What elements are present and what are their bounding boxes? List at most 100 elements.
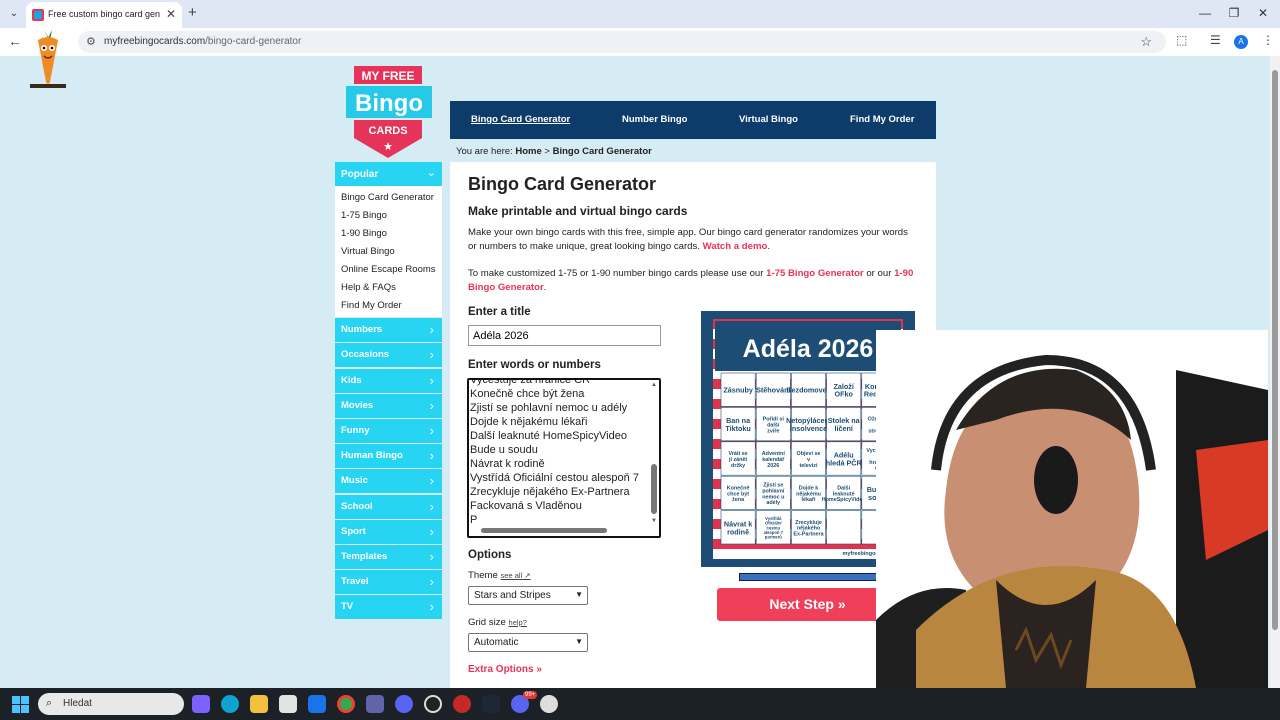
sidebar-cat-label: Templates: [341, 550, 388, 562]
sidebar-cat-label: Human Bingo: [341, 450, 403, 462]
sidebar-cat-occasions[interactable]: Occasions ›: [335, 343, 442, 368]
wordpress-icon[interactable]: [424, 695, 442, 713]
link-1-75-generator[interactable]: 1-75 Bingo Generator: [766, 268, 864, 279]
sidebar-cat-school[interactable]: School ›: [335, 494, 442, 519]
title-input[interactable]: [468, 325, 661, 346]
tab-search-icon[interactable]: ⌄: [6, 6, 22, 22]
card-cell-text: Ex-Partnera: [793, 532, 824, 538]
top-navigation: Bingo Card Generator Number Bingo Virtua…: [450, 101, 936, 139]
browser-menu-icon[interactable]: ⋮: [1262, 33, 1274, 47]
browser-tab[interactable]: Free custom bingo card generator ✕: [26, 2, 182, 28]
tab-strip: ⌄ Free custom bingo card generator ✕ + —…: [0, 0, 1280, 28]
svg-text:★: ★: [383, 140, 393, 153]
words-textarea[interactable]: Vycestuje za hranice ČR Konečně chce být…: [467, 378, 661, 538]
copilot-icon[interactable]: [192, 695, 210, 713]
obs-icon[interactable]: [540, 695, 558, 713]
watch-demo-link[interactable]: Watch a demo: [703, 241, 768, 252]
word-line: Zrecykluje nějakého Ex-Partnera: [470, 486, 630, 498]
chevron-right-icon: ›: [429, 599, 434, 615]
nav-virtual-bingo[interactable]: Virtual Bingo: [739, 114, 798, 125]
sidebar-cat-numbers[interactable]: Numbers ›: [335, 318, 442, 343]
sidebar-cat-templates[interactable]: Templates ›: [335, 544, 442, 569]
page-scroll-thumb[interactable]: [1272, 70, 1278, 630]
sidebar-link-1-90-bingo[interactable]: 1-90 Bingo: [335, 225, 442, 243]
chevron-right-icon: ›: [429, 372, 434, 388]
app-icon[interactable]: [395, 695, 413, 713]
media-controls-icon[interactable]: ☰: [1210, 33, 1221, 47]
sidebar-link-online-escape-rooms[interactable]: Online Escape Rooms: [335, 261, 442, 279]
theme-see-all-link[interactable]: see all ↗: [501, 571, 531, 580]
nav-bingo-card-generator[interactable]: Bingo Card Generator: [471, 114, 570, 125]
browser-toolbar: ← ⚙ myfreebingocards.com/bingo-card-gene…: [0, 28, 1280, 56]
grid-size-select[interactable]: Automatic ▼: [468, 633, 588, 652]
chevron-right-icon: ›: [429, 574, 434, 590]
profile-avatar[interactable]: A: [1234, 35, 1248, 49]
minimize-button[interactable]: —: [1190, 4, 1220, 22]
address-bar[interactable]: ⚙ myfreebingocards.com/bingo-card-genera…: [78, 31, 1166, 53]
sidebar-cat-funny[interactable]: Funny ›: [335, 418, 442, 443]
word-line: Vystřídá Oficiální cestou alespoň 7: [470, 472, 639, 484]
taskbar-search[interactable]: ⌕ Hledat: [38, 693, 184, 715]
new-tab-button[interactable]: +: [188, 5, 197, 21]
nav-number-bingo[interactable]: Number Bingo: [622, 114, 687, 125]
steam-icon[interactable]: [482, 695, 500, 713]
store-icon[interactable]: [279, 695, 297, 713]
word-line: Fackovaná s Vladěnou: [470, 500, 582, 512]
nav-find-my-order[interactable]: Find My Order: [850, 114, 914, 125]
sidebar-cat-music[interactable]: Music ›: [335, 469, 442, 494]
sidebar-link-find-my-order[interactable]: Find My Order: [335, 297, 442, 315]
card-cell-text: adély: [766, 500, 780, 506]
tab-close-icon[interactable]: ✕: [166, 7, 176, 21]
sidebar-link-bingo-card-generator[interactable]: Bingo Card Generator: [335, 189, 442, 207]
page-scrollbar[interactable]: [1270, 56, 1280, 688]
chevron-right-icon: ›: [429, 322, 434, 338]
sidebar-link-help-faqs[interactable]: Help & FAQs: [335, 279, 442, 297]
card-cell-text: televizi: [800, 463, 818, 469]
grid-help-link[interactable]: help?: [509, 618, 527, 627]
extensions-icon[interactable]: ⬚: [1176, 33, 1187, 47]
restore-button[interactable]: ❐: [1219, 4, 1249, 22]
card-cell-text: žena: [732, 497, 745, 503]
windows-start-icon[interactable]: [12, 696, 29, 713]
enter-title-label: Enter a title: [468, 306, 531, 318]
site-info-icon[interactable]: ⚙: [86, 35, 96, 48]
extra-options-link[interactable]: Extra Options »: [468, 664, 542, 675]
chevron-right-icon: ›: [429, 347, 434, 363]
sidebar-cat-travel[interactable]: Travel ›: [335, 570, 442, 595]
sidebar-cat-human-bingo[interactable]: Human Bingo ›: [335, 444, 442, 469]
intro-paragraph: Make your own bingo cards with this free…: [468, 227, 908, 252]
scroll-up-icon[interactable]: ▲: [650, 382, 658, 388]
site-logo[interactable]: MY FREE Bingo CARDS ★: [342, 64, 436, 160]
sidebar-link-virtual-bingo[interactable]: Virtual Bingo: [335, 243, 442, 261]
card-cell-text: partnerů: [765, 535, 782, 540]
card-cell-text: 2026: [767, 463, 779, 469]
edge-icon[interactable]: [221, 695, 239, 713]
chrome-icon[interactable]: [337, 695, 355, 713]
card-cell-text: Insolvence: [790, 424, 827, 433]
sidebar-cat-kids[interactable]: Kids ›: [335, 368, 442, 393]
breadcrumb-current: Bingo Card Generator: [552, 146, 652, 157]
textarea-horizontal-scrollbar[interactable]: [471, 527, 651, 535]
sidebar-popular-header[interactable]: Popular ⌄: [335, 162, 442, 186]
scroll-thumb[interactable]: [651, 464, 657, 514]
custom-mid-text: or our: [866, 268, 892, 279]
url-text[interactable]: myfreebingocards.com/bingo-card-generato…: [104, 36, 301, 47]
game-app-icon[interactable]: [453, 695, 471, 713]
sidebar-link-1-75-bingo[interactable]: 1-75 Bingo: [335, 207, 442, 225]
teams-icon[interactable]: [366, 695, 384, 713]
sidebar-cat-sport[interactable]: Sport ›: [335, 519, 442, 544]
textarea-vertical-scrollbar[interactable]: ▲ ▼: [650, 382, 658, 526]
close-window-button[interactable]: ✕: [1248, 4, 1278, 22]
sidebar-cat-movies[interactable]: Movies ›: [335, 393, 442, 418]
sidebar-cat-tv[interactable]: TV ›: [335, 595, 442, 620]
scroll-thumb[interactable]: [481, 528, 607, 533]
back-arrow-icon[interactable]: ←: [8, 33, 22, 49]
next-step-button[interactable]: Next Step »: [717, 588, 898, 621]
file-explorer-icon[interactable]: [250, 695, 268, 713]
mail-icon[interactable]: [308, 695, 326, 713]
breadcrumb-home-link[interactable]: Home: [515, 146, 541, 157]
scroll-down-icon[interactable]: ▼: [650, 518, 658, 524]
options-label: Options: [468, 549, 512, 561]
theme-select[interactable]: Stars and Stripes ▼: [468, 586, 588, 605]
bookmark-star-icon[interactable]: ☆: [1140, 34, 1152, 50]
